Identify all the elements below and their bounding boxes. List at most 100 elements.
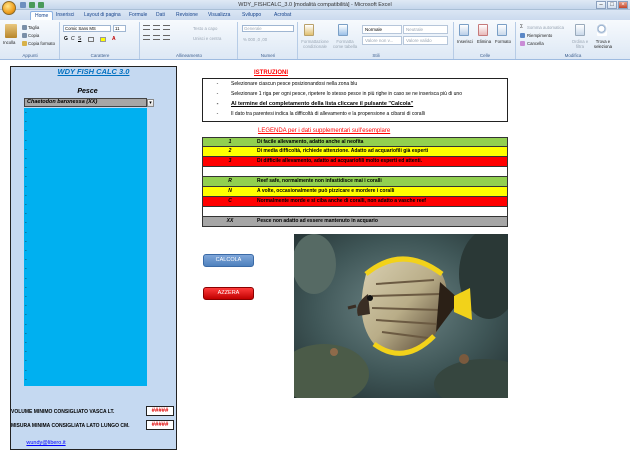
cut-icon[interactable] xyxy=(22,25,27,30)
fish-list-row[interactable]: - xyxy=(25,128,27,134)
fish-list-row[interactable]: - xyxy=(25,138,27,144)
autosum-button[interactable]: Somma automatica xyxy=(527,25,564,30)
sort-filter-button[interactable]: Ordina e filtra xyxy=(569,39,591,49)
format-painter-label[interactable]: Copia formato xyxy=(28,41,55,46)
font-color-icon[interactable]: A xyxy=(112,36,116,42)
tab-formule[interactable]: Formule xyxy=(125,11,151,20)
paste-label[interactable]: Incolla xyxy=(3,40,15,45)
style-invalid[interactable]: Valore non v... xyxy=(362,36,402,45)
fish-list-row[interactable]: - xyxy=(25,257,27,263)
bold-icon[interactable]: G xyxy=(64,36,68,42)
fish-list-row[interactable]: - xyxy=(25,368,27,374)
style-valid[interactable]: Valore valido xyxy=(403,36,448,45)
calcola-button[interactable]: CALCOLA xyxy=(203,254,254,267)
paste-icon[interactable] xyxy=(5,24,17,38)
fish-list-row[interactable]: - xyxy=(25,349,27,355)
fish-list-row[interactable]: - xyxy=(25,147,27,153)
fish-list-area[interactable]: - - - - - - - - - - - - - - - - - - - - - - - - - - - - - - xyxy=(24,108,147,386)
insert-cells-icon[interactable] xyxy=(459,24,469,36)
close-button[interactable]: × xyxy=(618,1,628,9)
font-size-select[interactable]: 11 xyxy=(113,25,126,32)
align-left-icon[interactable] xyxy=(143,35,150,40)
format-painter-icon[interactable] xyxy=(22,41,27,46)
fish-list-row[interactable]: - xyxy=(25,285,27,291)
fish-list-row[interactable]: - xyxy=(25,303,27,309)
maximize-button[interactable]: □ xyxy=(607,1,617,9)
fish-list-row[interactable]: - xyxy=(25,239,27,245)
fish-list-row[interactable]: - xyxy=(25,165,27,171)
tab-inserisci[interactable]: Inserisci xyxy=(52,11,78,20)
fish-list-row[interactable]: - xyxy=(25,156,27,162)
fish-list-row[interactable]: - xyxy=(25,331,27,337)
tab-layout[interactable]: Layout di pagina xyxy=(80,11,125,20)
tab-revisione[interactable]: Revisione xyxy=(172,11,202,20)
redo-icon[interactable] xyxy=(38,2,44,8)
align-center-icon[interactable] xyxy=(153,35,160,40)
tab-sviluppo[interactable]: Sviluppo xyxy=(238,11,265,20)
style-neutral[interactable]: Neutrale xyxy=(403,25,448,34)
email-link[interactable]: wundy@libero.it xyxy=(10,440,82,446)
underline-icon[interactable]: S xyxy=(78,36,81,42)
fish-list-row[interactable]: - xyxy=(25,110,27,116)
minimize-button[interactable]: – xyxy=(596,1,606,9)
format-as-table-button[interactable]: Formatta come tabella xyxy=(332,39,358,49)
autosum-icon[interactable]: Σ xyxy=(520,24,523,30)
fish-list-row[interactable]: - xyxy=(25,193,27,199)
clear-icon[interactable] xyxy=(520,41,525,46)
align-right-icon[interactable] xyxy=(163,35,170,40)
fish-list-row[interactable]: - xyxy=(25,230,27,236)
fish-list-row[interactable]: - xyxy=(25,266,27,272)
fish-list-row[interactable]: - xyxy=(25,248,27,254)
number-format-buttons[interactable]: % 000 ,0 ,00 xyxy=(243,37,267,42)
clear-button[interactable]: Cancella xyxy=(527,41,544,46)
copy-icon[interactable] xyxy=(22,33,27,38)
find-select-button[interactable]: Trova e seleziona xyxy=(590,39,616,49)
format-as-table-icon[interactable] xyxy=(338,24,348,36)
insert-cells-button[interactable]: Inserisci xyxy=(457,39,473,44)
cut-label[interactable]: Taglia xyxy=(28,25,39,30)
undo-icon[interactable] xyxy=(29,2,35,8)
conditional-format-button[interactable]: Formattazione condizionale xyxy=(298,39,332,49)
tab-dati[interactable]: Dati xyxy=(152,11,169,20)
azzera-button[interactable]: AZZERA xyxy=(203,287,254,300)
find-select-icon[interactable] xyxy=(597,24,607,36)
fish-list-row[interactable]: - xyxy=(25,294,27,300)
fish-list-row[interactable]: - xyxy=(25,276,27,282)
fish-list-row[interactable]: - xyxy=(25,184,27,190)
format-cells-icon[interactable] xyxy=(497,24,507,36)
tab-home[interactable]: Home xyxy=(30,11,54,20)
merge-center-button[interactable]: Unisci e centra xyxy=(193,36,221,41)
fish-list-row[interactable]: - xyxy=(25,377,27,383)
tab-acrobat[interactable]: Acrobat xyxy=(270,11,295,20)
fill-color-icon[interactable] xyxy=(100,37,106,42)
fish-list-row[interactable]: - xyxy=(25,211,27,217)
align-middle-icon[interactable] xyxy=(153,25,160,30)
fish-list-row[interactable]: - xyxy=(25,340,27,346)
format-cells-button[interactable]: Formato xyxy=(495,39,511,44)
style-normal[interactable]: Normale xyxy=(362,25,402,34)
fish-list-row[interactable]: - xyxy=(25,312,27,318)
dropdown-arrow-icon[interactable]: ▾ xyxy=(147,99,154,107)
fish-list-row[interactable]: - xyxy=(25,119,27,125)
wrap-text-button[interactable]: Testo a capo xyxy=(193,26,217,31)
save-icon[interactable] xyxy=(20,2,26,8)
align-bottom-icon[interactable] xyxy=(163,25,170,30)
sort-filter-icon[interactable] xyxy=(575,24,585,36)
borders-icon[interactable] xyxy=(88,37,94,42)
fill-button[interactable]: Riempimento xyxy=(527,33,552,38)
fill-icon[interactable] xyxy=(520,33,525,38)
conditional-format-icon[interactable] xyxy=(304,24,314,36)
align-top-icon[interactable] xyxy=(143,25,150,30)
number-format-select[interactable]: Generale xyxy=(242,25,294,32)
office-button-icon[interactable] xyxy=(2,1,16,15)
delete-cells-icon[interactable] xyxy=(478,24,488,36)
tab-visualizza[interactable]: Visualizza xyxy=(204,11,234,20)
fish-list-row[interactable]: - xyxy=(25,322,27,328)
fish-list-row[interactable]: - xyxy=(25,358,27,364)
fish-list-row[interactable]: - xyxy=(25,220,27,226)
fish-list-row[interactable]: - xyxy=(25,202,27,208)
fish-list-row[interactable]: - xyxy=(25,174,27,180)
copy-label[interactable]: Copia xyxy=(28,33,39,38)
font-name-select[interactable]: Comic Sans MS xyxy=(63,25,111,32)
italic-icon[interactable]: C xyxy=(71,36,75,42)
